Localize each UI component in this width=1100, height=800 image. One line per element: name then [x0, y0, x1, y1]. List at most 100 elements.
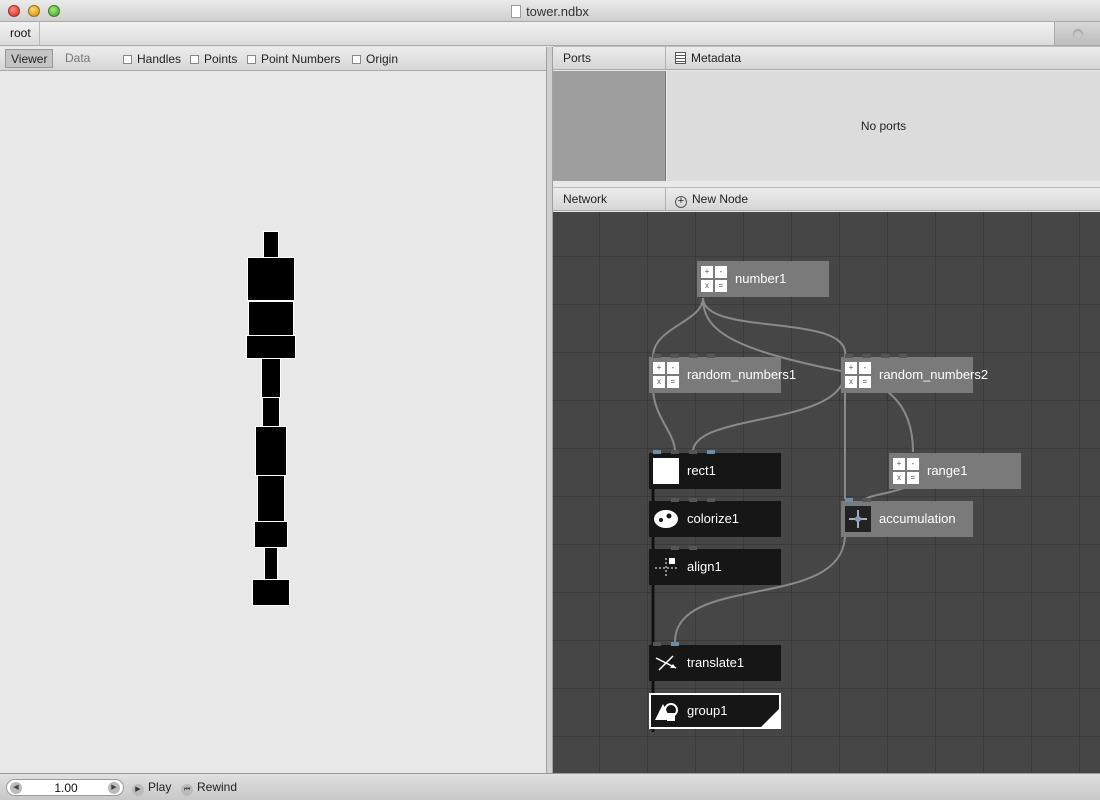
input-port[interactable]	[671, 354, 679, 358]
tower-block	[257, 475, 285, 522]
align-icon	[653, 554, 679, 580]
frame-stepper[interactable]: ◀ 1.00 ▶	[6, 779, 124, 796]
tower-block	[252, 579, 290, 606]
tab-viewer[interactable]: Viewer	[5, 49, 54, 68]
point-numbers-label: Point Numbers	[261, 52, 341, 66]
node-label: group1	[687, 703, 728, 718]
tab-data[interactable]: Data	[60, 49, 95, 68]
ports-sidebar	[553, 71, 666, 181]
origin-label: Origin	[366, 52, 399, 66]
input-port[interactable]	[671, 450, 679, 454]
tower-block	[264, 547, 278, 580]
network-header: Network + New Node	[553, 187, 1100, 211]
node-label: range1	[927, 463, 968, 478]
shapes-icon	[653, 698, 679, 724]
node-label: accumulation	[879, 511, 956, 526]
points-label: Points	[204, 52, 238, 66]
handles-checkbox[interactable]: Handles	[123, 52, 181, 66]
tab-metadata[interactable]: Metadata	[675, 47, 741, 70]
node-translate1[interactable]: translate1	[649, 642, 781, 681]
node-accumulation[interactable]: accumulation	[841, 498, 973, 537]
breadcrumb: root	[0, 22, 1100, 46]
window-title-container: tower.ndbx	[0, 4, 1100, 19]
checkbox-icon	[247, 55, 256, 64]
node-label: random_numbers2	[879, 367, 989, 382]
plus-icon: +	[675, 196, 687, 208]
tab-ports[interactable]: Ports	[563, 47, 591, 70]
calculator-icon: + - x =	[701, 266, 727, 292]
tower-block	[263, 231, 279, 258]
network-canvas[interactable]: + - x = number1 + - x = random_numbers1 + - x = r…	[553, 212, 1100, 773]
handles-label: Handles	[137, 52, 182, 66]
tower-block	[247, 257, 295, 301]
points-checkbox[interactable]: Points	[190, 52, 237, 66]
new-node-label: New Node	[692, 192, 749, 206]
input-port[interactable]	[671, 642, 679, 646]
toolbar-toggle-button[interactable]	[1054, 22, 1100, 45]
play-label: Play	[148, 780, 172, 794]
translate-arrows-icon	[653, 650, 679, 676]
metadata-label: Metadata	[691, 51, 742, 65]
node-range1[interactable]: + - x = range1	[889, 453, 1021, 489]
checkbox-icon	[190, 55, 199, 64]
rewind-button[interactable]: ⏮ Rewind	[181, 780, 237, 796]
rectangle-icon	[653, 458, 679, 484]
origin-checkbox[interactable]: Origin	[352, 52, 398, 66]
input-port[interactable]	[863, 498, 871, 502]
header-separator	[665, 188, 666, 211]
title-bar: tower.ndbx	[0, 0, 1100, 22]
metadata-icon	[675, 52, 686, 64]
new-node-button[interactable]: + New Node	[675, 188, 748, 211]
input-port[interactable]	[653, 642, 661, 646]
ports-header: Ports Metadata	[553, 46, 1100, 70]
tower-block	[246, 335, 296, 359]
rendered-node-indicator	[761, 709, 779, 727]
calculator-icon: + - x =	[893, 458, 919, 484]
node-label: random_numbers1	[687, 367, 797, 382]
input-port[interactable]	[671, 498, 679, 502]
header-separator	[665, 47, 666, 70]
node-label: colorize1	[687, 511, 740, 526]
tower-block	[262, 397, 280, 427]
input-port[interactable]	[845, 498, 853, 502]
input-port[interactable]	[845, 354, 853, 358]
tower-block	[248, 301, 294, 336]
input-port[interactable]	[653, 450, 661, 454]
node-align1[interactable]: align1	[649, 546, 781, 585]
node-random-numbers2[interactable]: + - x = random_numbers2	[841, 354, 988, 393]
node-random-numbers1[interactable]: + - x = random_numbers1	[649, 354, 796, 393]
play-button[interactable]: ▶ Play	[132, 780, 171, 796]
play-icon: ▶	[132, 784, 144, 796]
increment-frame-button[interactable]: ▶	[108, 782, 120, 794]
node-label: translate1	[687, 655, 745, 670]
breadcrumb-root[interactable]: root	[0, 22, 40, 45]
tower-block	[261, 358, 281, 398]
playback-bar: ◀ 1.00 ▶ ▶ Play ⏮ Rewind	[0, 773, 1100, 800]
toggle-icon	[1073, 29, 1083, 39]
node-number1[interactable]: + - x = number1	[697, 261, 829, 297]
node-rect1[interactable]: rect1	[649, 450, 781, 489]
calculator-icon: + - x =	[653, 362, 679, 388]
split-divider[interactable]	[546, 47, 553, 773]
point-numbers-checkbox[interactable]: Point Numbers	[247, 52, 340, 66]
node-label: rect1	[687, 463, 716, 478]
node-label: align1	[687, 559, 722, 574]
tower-block	[255, 426, 287, 476]
input-port[interactable]	[863, 354, 871, 358]
rewind-label: Rewind	[197, 780, 238, 794]
input-port[interactable]	[671, 546, 679, 550]
viewer-toolbar: Viewer Data Handles Points Point Numbers…	[0, 47, 546, 71]
node-group1[interactable]: group1	[649, 693, 781, 729]
node-label: number1	[735, 271, 787, 286]
input-port[interactable]	[653, 354, 661, 358]
window-title: tower.ndbx	[526, 4, 589, 19]
checkbox-icon	[352, 55, 361, 64]
palette-icon	[653, 506, 679, 532]
document-icon	[511, 5, 522, 18]
checkbox-icon	[123, 55, 132, 64]
network-title: Network	[563, 192, 608, 206]
node-colorize1[interactable]: colorize1	[649, 498, 781, 537]
ports-area: No ports	[667, 71, 1100, 181]
viewer-canvas[interactable]	[0, 72, 546, 772]
rewind-icon: ⏮	[181, 784, 193, 796]
